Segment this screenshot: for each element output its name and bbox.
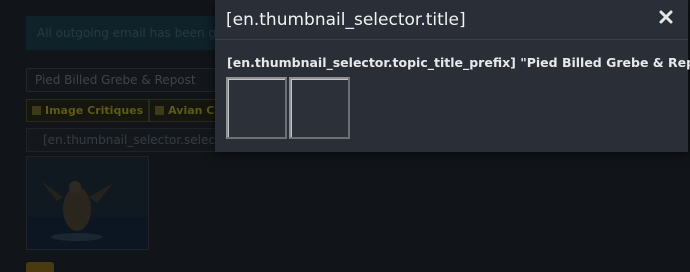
category-label: Image Critiques: [45, 104, 144, 117]
topic-title-line: [en.thumbnail_selector.topic_title_prefi…: [227, 55, 690, 70]
modal-body: [en.thumbnail_selector.topic_title_prefi…: [215, 40, 690, 139]
category-badge-image-critiques[interactable]: Image Critiques: [26, 99, 150, 122]
global-notice-banner: All outgoing email has been globally dis…: [26, 16, 226, 50]
thumbnail-selector-row[interactable]: [en.thumbnail_selector.select_preferred]: [26, 128, 226, 152]
selector-label: [en.thumbnail_selector.select_preferred]: [43, 133, 226, 147]
topic-title-value: Pied Billed Grebe & Repost: [35, 73, 196, 87]
modal-header: [en.thumbnail_selector.title]: [215, 0, 688, 40]
grebe-photo: [27, 157, 148, 249]
current-thumbnail[interactable]: [26, 156, 149, 250]
bird-icon: [155, 106, 165, 115]
modal-title: [en.thumbnail_selector.title]: [226, 9, 466, 30]
avatar[interactable]: [26, 262, 54, 272]
thumbnail-options: [226, 77, 688, 139]
banner-text: All outgoing email has been globally dis…: [37, 26, 226, 40]
topic-title-input[interactable]: Pied Billed Grebe & Repost: [26, 68, 226, 92]
image-icon: [32, 106, 41, 115]
close-icon: [659, 10, 673, 24]
thumbnail-option-1[interactable]: [226, 77, 287, 139]
close-button[interactable]: [658, 9, 674, 25]
thumbnail-option-2[interactable]: [289, 77, 350, 139]
thumbnail-selector-modal: [en.thumbnail_selector.title] [en.thumbn…: [215, 0, 690, 152]
